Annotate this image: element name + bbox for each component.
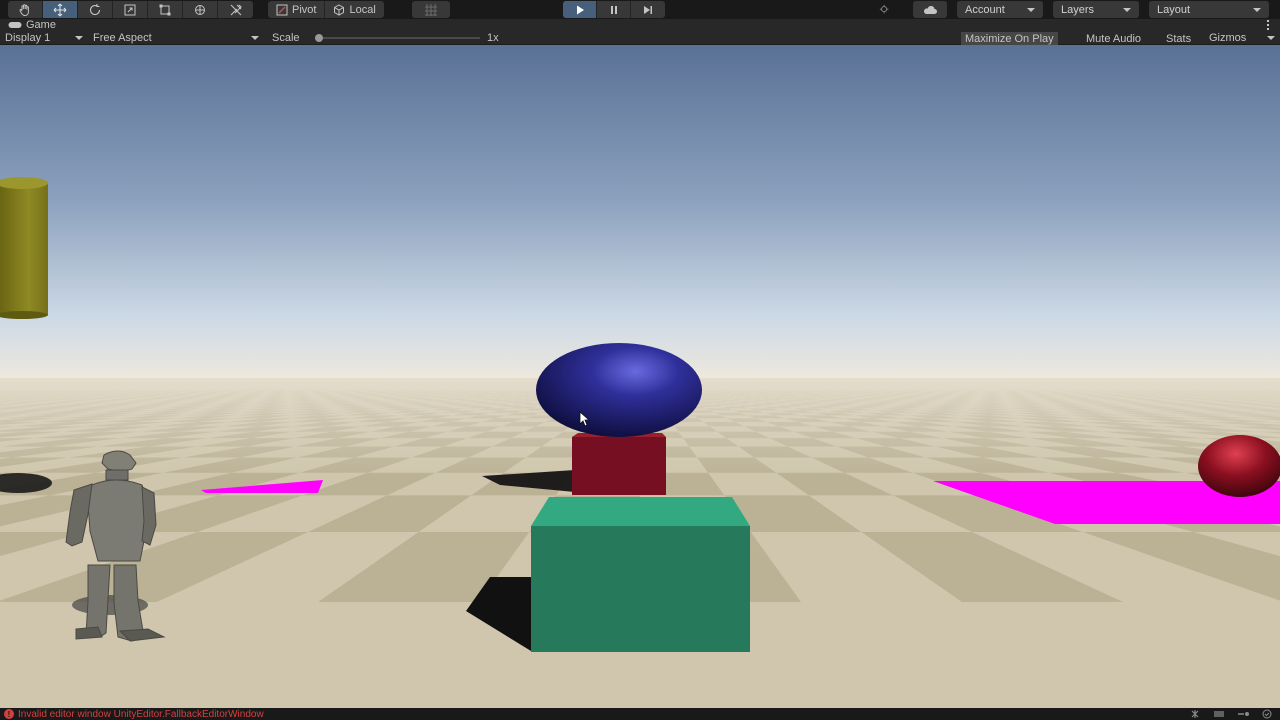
transform-icon (195, 4, 205, 15)
stats-toggle[interactable]: Stats (1162, 32, 1195, 45)
hand-icon (19, 3, 29, 16)
check-icon[interactable] (1260, 709, 1274, 719)
step-button[interactable] (631, 1, 665, 18)
scale-icon (124, 4, 136, 15)
layers-dropdown[interactable]: Layers (1053, 1, 1139, 18)
scale-value: 1x (487, 32, 499, 44)
gizmos-dropdown[interactable]: Gizmos (1209, 31, 1275, 45)
custom-tool-button[interactable] (218, 1, 253, 18)
scale-slider-track[interactable] (318, 37, 480, 39)
sky (0, 45, 1280, 385)
pivot-icon (276, 4, 288, 15)
chevron-down-icon (251, 36, 259, 40)
hand-tool-button[interactable] (8, 1, 43, 18)
account-dropdown[interactable]: Account (957, 1, 1043, 18)
green-cube (531, 497, 750, 652)
game-scene (0, 45, 1280, 708)
status-icons (1188, 709, 1274, 719)
local-label: Local (349, 3, 376, 16)
error-icon: ! (4, 709, 14, 719)
yellow-cylinder (0, 177, 48, 319)
play-icon (576, 5, 584, 14)
tab-game-label: Game (26, 19, 56, 31)
search-icon (879, 4, 889, 13)
local-toggle[interactable]: Local (325, 1, 383, 18)
move-arrows-icon (53, 3, 67, 16)
status-text: Invalid editor window UnityEditor.Fallba… (18, 708, 264, 720)
layers-status-icon[interactable] (1212, 709, 1226, 719)
chevron-down-icon (1027, 7, 1035, 12)
play-button[interactable] (563, 1, 597, 18)
layout-label: Layout (1157, 3, 1191, 16)
game-tab-bar: Game (0, 19, 1280, 31)
tab-game[interactable]: Game (8, 19, 56, 31)
console-error-message[interactable]: ! Invalid editor window UnityEditor.Fall… (4, 708, 264, 720)
rotate-icon (90, 3, 101, 15)
chevron-down-icon (75, 36, 83, 40)
aspect-label: Free Aspect (93, 32, 152, 44)
chevron-down-icon (1253, 7, 1261, 12)
grid-snap-button[interactable] (412, 1, 450, 18)
layout-dropdown[interactable]: Layout (1149, 1, 1269, 18)
account-label: Account (965, 3, 1005, 16)
gizmos-label: Gizmos (1209, 32, 1247, 44)
move-tool-button[interactable] (43, 1, 78, 18)
handle-toggles: Pivot Local (268, 1, 384, 18)
tools-icon (230, 4, 242, 15)
gamepad-icon (8, 22, 22, 28)
pivot-label: Pivot (292, 3, 317, 16)
mute-audio-toggle[interactable]: Mute Audio (1082, 32, 1145, 45)
main-toolbar: Pivot Local Account Layers Layout (0, 0, 1280, 19)
grid-snap-icon (425, 3, 437, 16)
progress-icon[interactable] (1236, 709, 1250, 719)
blue-sphere (536, 343, 702, 437)
scale-label: Scale (272, 32, 300, 44)
red-cube (572, 433, 666, 495)
rect-transform-icon (159, 4, 171, 15)
playmode-controls (563, 1, 665, 18)
bug-icon[interactable] (1188, 709, 1202, 719)
chevron-down-icon (1123, 7, 1131, 12)
status-bar: ! Invalid editor window UnityEditor.Fall… (0, 708, 1280, 720)
transform-tools (8, 1, 253, 18)
game-view-toolbar: Display 1 Free Aspect Scale 1x Maximize … (0, 31, 1280, 45)
transform-tool-button[interactable] (183, 1, 218, 18)
display-dropdown[interactable]: Display 1 (5, 31, 85, 45)
scale-slider-handle[interactable] (315, 34, 323, 42)
display-label: Display 1 (5, 32, 51, 44)
more-options-icon[interactable] (1267, 20, 1270, 30)
rotate-tool-button[interactable] (78, 1, 113, 18)
step-icon (644, 5, 652, 14)
search-button[interactable] (868, 1, 902, 18)
pivot-toggle[interactable]: Pivot (268, 1, 326, 18)
maximize-on-play-toggle[interactable]: Maximize On Play (961, 32, 1058, 45)
cloud-button[interactable] (913, 1, 947, 18)
cloud-icon (923, 5, 937, 14)
chevron-down-icon (1267, 36, 1275, 40)
layers-label: Layers (1061, 3, 1095, 16)
pause-button[interactable] (597, 1, 631, 18)
game-viewport[interactable] (0, 45, 1280, 708)
aspect-dropdown[interactable]: Free Aspect (93, 31, 261, 45)
scale-tool-button[interactable] (113, 1, 148, 18)
rect-tool-button[interactable] (148, 1, 183, 18)
cube-icon (334, 3, 345, 16)
pause-icon (610, 5, 617, 14)
red-sphere (1198, 435, 1280, 497)
